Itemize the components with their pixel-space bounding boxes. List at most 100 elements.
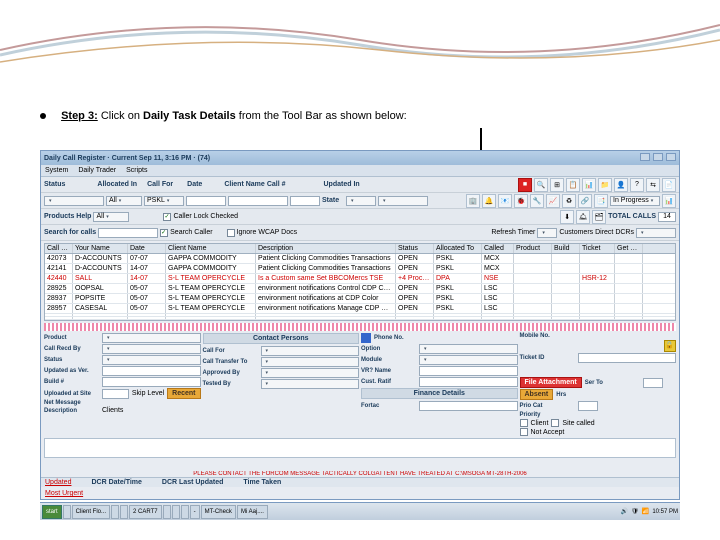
menu-system[interactable]: System	[45, 167, 68, 174]
table-row[interactable]: 28937POPSITE05-07S-L TEAM OPERCYCLEenvir…	[45, 294, 675, 304]
auth-dropdown[interactable]: All	[106, 196, 142, 206]
taskbar-item-11[interactable]: Mi Aaj....	[237, 505, 268, 519]
taskbar-item-10[interactable]: MT-Check	[201, 505, 236, 519]
tool-icon-b8[interactable]: 🔗	[578, 194, 592, 208]
ignore-checkbox[interactable]	[227, 229, 235, 237]
minimize-icon[interactable]	[640, 153, 650, 161]
tool-icon-b2[interactable]: 🔔	[482, 194, 496, 208]
taskbar-item-2[interactable]: Client Flo...	[72, 505, 110, 519]
search-field[interactable]	[98, 228, 158, 238]
taskbar-item-6[interactable]	[163, 505, 171, 519]
module-dropdown[interactable]	[419, 355, 518, 365]
taskbar-item-9[interactable]: -	[190, 505, 200, 519]
callno-field[interactable]	[290, 196, 320, 206]
tool-icon-c1[interactable]: ⬇	[560, 210, 574, 224]
caller-lock-checkbox[interactable]	[163, 213, 171, 221]
products-dropdown[interactable]: All	[93, 212, 129, 222]
col-callno[interactable]: Call No.	[45, 244, 73, 253]
col-build[interactable]: Build	[552, 244, 580, 253]
clock[interactable]: 10:57 PM	[652, 509, 678, 515]
tool-icon-c2[interactable]: 🛎	[576, 210, 590, 224]
vrname-field[interactable]	[419, 366, 518, 376]
tool-icon-b4[interactable]: 🐞	[514, 194, 528, 208]
col-clientname[interactable]: Client Name	[166, 244, 256, 253]
col-yourname[interactable]: Your Name	[73, 244, 128, 253]
description-textarea[interactable]	[44, 438, 676, 458]
updated-link[interactable]: Updated	[45, 479, 71, 486]
ticket-field[interactable]	[578, 353, 677, 363]
tool-icon-b1[interactable]: 🏢	[466, 194, 480, 208]
inprogress-dropdown[interactable]: In Progress	[610, 196, 660, 206]
tool-icon-b3[interactable]: 📧	[498, 194, 512, 208]
tray-icon-1[interactable]: 🔊	[621, 508, 628, 515]
table-row[interactable]: 42073D-ACCOUNTS07-07GAPPA COMMODITYPatie…	[45, 254, 675, 264]
tool-icon-1[interactable]: 🔍	[534, 178, 548, 192]
testedby-dropdown[interactable]	[261, 379, 360, 389]
col-product[interactable]: Product	[514, 244, 552, 253]
refresh-dropdown[interactable]	[537, 228, 557, 238]
taskbar-item-7[interactable]	[172, 505, 180, 519]
calltransfer-dropdown[interactable]	[261, 357, 360, 367]
table-row[interactable]	[45, 317, 675, 320]
recent-button[interactable]: Recent	[167, 388, 200, 399]
option-dropdown[interactable]	[419, 344, 518, 354]
menu-daily-trader[interactable]: Daily Trader	[78, 167, 116, 174]
table-row[interactable]: 28925OOPSAL05-07S-L TEAM OPERCYCLEenviro…	[45, 284, 675, 294]
search-caller-checkbox[interactable]	[160, 229, 168, 237]
tool-icon-7[interactable]: ?	[630, 178, 644, 192]
tool-icon-c3[interactable]: 🗂	[592, 210, 606, 224]
clients-link[interactable]: Clients	[102, 407, 123, 414]
tool-icon-b5[interactable]: 🔧	[530, 194, 544, 208]
file-attach-button[interactable]: File Attachment	[520, 377, 582, 388]
custratif-field[interactable]	[419, 377, 518, 387]
tool-icon-5[interactable]: 📁	[598, 178, 612, 192]
col-allocated[interactable]: Allocated To	[434, 244, 482, 253]
tool-icon-8[interactable]: ⇆	[646, 178, 660, 192]
taskbar-item-4[interactable]	[120, 505, 128, 519]
tool-icon-6[interactable]: 👤	[614, 178, 628, 192]
notaccept-checkbox[interactable]	[520, 428, 528, 436]
table-row[interactable]: 42440SALL14-07S-L TEAM OPERCYCLEIs a Cus…	[45, 274, 675, 284]
lock-icon[interactable]: 🔒	[664, 340, 676, 352]
callfor-dropdown[interactable]: PSKL	[144, 196, 184, 206]
fortac-field[interactable]	[419, 401, 518, 411]
taskbar-item-3[interactable]	[111, 505, 119, 519]
build-field[interactable]	[102, 377, 201, 387]
tool-icon-9[interactable]: 📄	[662, 178, 676, 192]
taskbar-item-8[interactable]	[181, 505, 189, 519]
updatedver-field[interactable]	[102, 366, 201, 376]
col-ticket[interactable]: Ticket	[580, 244, 615, 253]
custdirect-dropdown[interactable]	[636, 228, 676, 238]
tool-icon-2[interactable]: ⊞	[550, 178, 564, 192]
tool-icon-b9[interactable]: 📑	[594, 194, 608, 208]
callrecd-dropdown[interactable]	[102, 344, 201, 354]
tool-icon-b7[interactable]: ♻	[562, 194, 576, 208]
approvedby-dropdown[interactable]	[261, 368, 360, 378]
sitecalled-checkbox[interactable]	[551, 419, 559, 427]
tray-icon-2[interactable]: 🛡	[631, 508, 639, 515]
table-row[interactable]: 28957CASESAL05-07S-L TEAM OPERCYCLEenvir…	[45, 304, 675, 314]
uploadsite-field[interactable]	[102, 389, 129, 399]
col-called[interactable]: Called	[482, 244, 514, 253]
red-box-icon[interactable]: ■	[518, 178, 532, 192]
col-description[interactable]: Description	[256, 244, 396, 253]
priocat-field[interactable]	[578, 401, 598, 411]
status-dropdown2[interactable]	[102, 355, 201, 365]
state-dropdown[interactable]	[346, 196, 376, 206]
tool-icon-b10[interactable]: 📊	[662, 194, 676, 208]
serto-field[interactable]	[643, 378, 663, 388]
start-button[interactable]: start	[42, 505, 62, 519]
menu-scripts[interactable]: Scripts	[126, 167, 147, 174]
status-dropdown[interactable]	[44, 196, 104, 206]
updatedin-dropdown[interactable]	[378, 196, 428, 206]
product-dropdown[interactable]	[102, 333, 201, 343]
col-date[interactable]: Date	[128, 244, 166, 253]
clientname-field[interactable]	[228, 196, 288, 206]
callfor-dropdown2[interactable]	[261, 346, 360, 356]
mosturgent-link[interactable]: Most Urgent	[45, 490, 83, 497]
table-row[interactable]: 42141D-ACCOUNTS14-07GAPPA COMMODITYPatie…	[45, 264, 675, 274]
client-checkbox[interactable]	[520, 419, 528, 427]
col-status[interactable]: Status	[396, 244, 434, 253]
close-icon[interactable]	[666, 153, 676, 161]
absent-button[interactable]: Absent	[520, 389, 554, 400]
